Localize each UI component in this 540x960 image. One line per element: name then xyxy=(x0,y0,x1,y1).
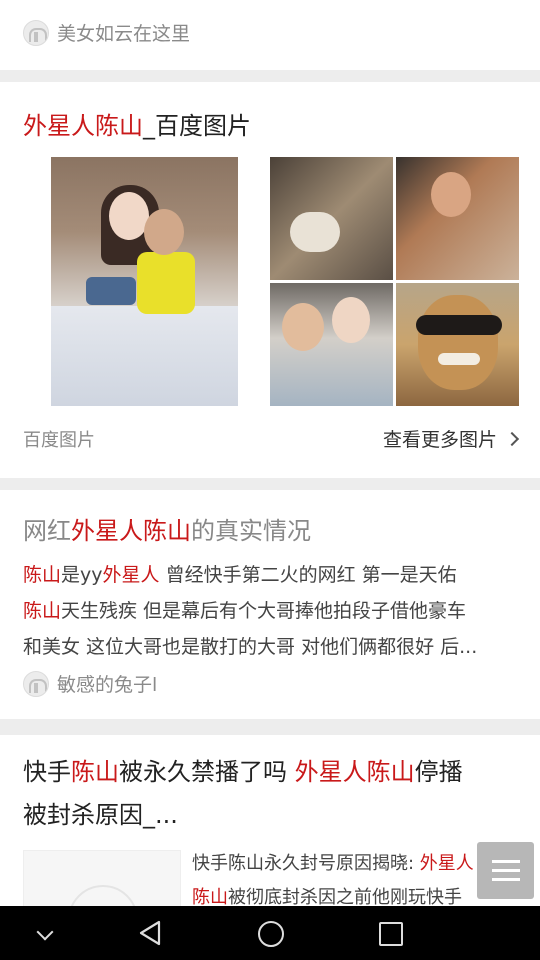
title-highlight: 外星人陈山 xyxy=(23,112,143,140)
snippet-highlight: 陈山 xyxy=(192,887,228,908)
title-part: 被封杀原因_... xyxy=(23,801,178,829)
snippet-highlight: 外星人 xyxy=(419,853,474,874)
thumb-image-3[interactable] xyxy=(270,283,393,406)
menu-lines-icon xyxy=(492,860,520,863)
title-part: 快手 xyxy=(23,758,71,786)
snippet-highlight: 外星人 xyxy=(102,564,160,586)
image-result-card[interactable]: 外星人陈山_百度图片 百度图片 查看更多图片 xyxy=(0,82,540,478)
result-card-4[interactable]: 快手陈山被永久禁播了吗 外星人陈山停播 被封杀原因_... 快手陈山永久封号原因… xyxy=(0,735,540,910)
snippet-text: 曾经快手第二火的网红 第一是天佑 xyxy=(159,564,457,586)
thumb-image-2[interactable] xyxy=(396,157,519,280)
source-row: 敏感的兔子l xyxy=(23,670,157,697)
floating-menu-button[interactable] xyxy=(477,842,534,899)
nav-recent-icon[interactable] xyxy=(350,906,430,960)
snippet-text: 天生残疾 但是幕后有个大哥捧他拍段子借他豪车 xyxy=(61,600,467,622)
title-highlight: 外星人陈山 xyxy=(294,758,415,786)
shirt-shape xyxy=(137,252,195,314)
source-row: 美女如云在这里 xyxy=(23,19,190,46)
title-part: 的真实情况 xyxy=(191,517,311,545)
snippet-text: 和美女 这位大哥也是散打的大哥 对他们俩都很好 后... xyxy=(23,636,478,658)
system-nav-bar xyxy=(0,906,540,960)
snippet-highlight: 陈山 xyxy=(23,600,62,622)
source-name: 美女如云在这里 xyxy=(57,23,191,45)
chevron-right-icon xyxy=(504,431,520,446)
snippet-highlight: 陈山 xyxy=(23,564,62,586)
jeans-shape xyxy=(86,277,136,305)
boy-face-shape xyxy=(144,209,184,255)
result-snippet: 快手陈山永久封号原因揭晓: 外星人 陈山被彻底封杀因之前他刚玩快手 xyxy=(192,847,522,910)
bed-shape xyxy=(51,306,238,406)
title-part: 被永久禁播了吗 xyxy=(119,758,295,786)
snippet-text: 被彻底封杀因之前他刚玩快手 xyxy=(228,887,462,908)
avatar-icon xyxy=(23,670,49,697)
result-card-3[interactable]: 网红外星人陈山的真实情况 陈山是yy外星人 曾经快手第二火的网红 第一是天佑 陈… xyxy=(0,490,540,719)
image-result-title[interactable]: 外星人陈山_百度图片 xyxy=(23,106,251,141)
thumb-image-1[interactable] xyxy=(270,157,393,280)
nav-hide-icon[interactable] xyxy=(4,906,84,960)
face-shape xyxy=(109,192,149,240)
avatar-icon xyxy=(23,19,49,46)
more-images-link[interactable]: 查看更多图片 xyxy=(382,425,520,452)
image-grid xyxy=(270,157,519,406)
result-snippet: 陈山是yy外星人 曾经快手第二火的网红 第一是天佑 陈山天生残疾 但是幕后有个大… xyxy=(23,557,520,665)
image-meta-row: 百度图片 查看更多图片 xyxy=(23,425,520,452)
nav-back-icon[interactable] xyxy=(110,906,190,960)
title-part: 停播 xyxy=(414,758,463,786)
nav-home-icon[interactable] xyxy=(230,906,310,960)
result-thumbnail[interactable] xyxy=(23,850,181,910)
snippet-text: 快手陈山永久封号原因揭晓: xyxy=(192,853,420,874)
image-source: 百度图片 xyxy=(23,429,95,451)
result-card-1[interactable]: 美女如云在这里 xyxy=(0,0,540,70)
title-rest: _百度图片 xyxy=(143,112,251,140)
source-name: 敏感的兔子l xyxy=(57,674,158,696)
title-part: 网红 xyxy=(23,517,71,545)
title-highlight: 陈山 xyxy=(71,758,119,786)
result-title[interactable]: 网红外星人陈山的真实情况 xyxy=(23,511,311,546)
thumb-image-4[interactable] xyxy=(396,283,519,406)
result-title[interactable]: 快手陈山被永久禁播了吗 外星人陈山停播 被封杀原因_... xyxy=(23,751,523,837)
main-image[interactable] xyxy=(51,157,238,406)
more-images-label: 查看更多图片 xyxy=(382,429,497,451)
snippet-text: 是yy xyxy=(61,564,103,586)
title-highlight: 外星人陈山 xyxy=(71,517,191,545)
